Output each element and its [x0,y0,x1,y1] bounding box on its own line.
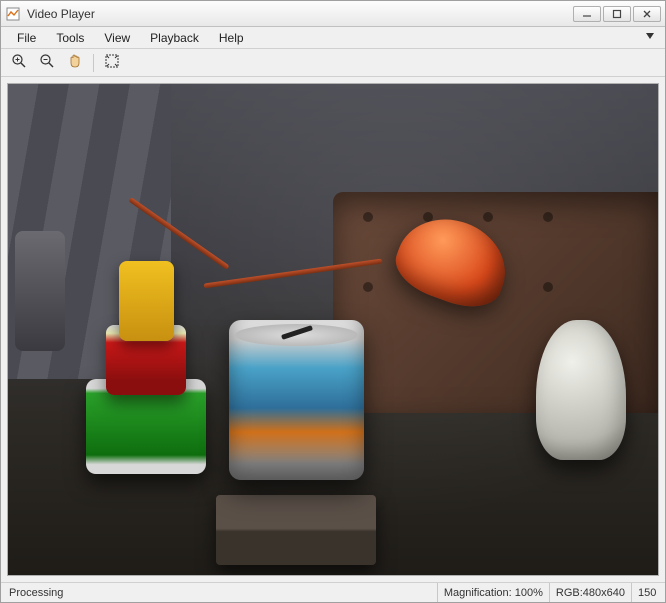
close-button[interactable] [633,6,661,22]
minimize-button[interactable] [573,6,601,22]
content-area [1,77,665,582]
status-state: Processing [1,587,437,599]
video-frame-image [8,84,658,575]
menubar: File Tools View Playback Help [1,27,665,49]
titlebar: Video Player [1,1,665,27]
zoom-out-icon [39,53,55,72]
menu-help[interactable]: Help [209,29,254,47]
app-window: Video Player File Tools View Playback He… [0,0,666,603]
magnification-value: 100% [515,587,543,599]
status-frame: 150 [631,583,665,602]
menu-playback[interactable]: Playback [140,29,209,47]
magnification-label: Magnification: [444,587,512,599]
pan-button[interactable] [63,52,87,74]
menu-file[interactable]: File [7,29,46,47]
window-controls [573,6,661,22]
app-icon [5,6,21,22]
window-title: Video Player [27,7,573,21]
menu-view[interactable]: View [94,29,140,47]
video-viewport[interactable] [7,83,659,576]
statusbar: Processing Magnification: 100% RGB:480x6… [1,582,665,602]
fit-window-button[interactable] [100,52,124,74]
zoom-in-button[interactable] [7,52,31,74]
toolbar-separator [93,54,94,72]
menu-tools[interactable]: Tools [46,29,94,47]
zoom-out-button[interactable] [35,52,59,74]
zoom-in-icon [11,53,27,72]
status-magnification: Magnification: 100% [437,583,549,602]
toolbar [1,49,665,77]
maximize-button[interactable] [603,6,631,22]
hand-icon [67,53,83,72]
status-format: RGB:480x640 [549,583,631,602]
fit-to-window-icon [104,53,120,72]
dock-toggle-icon[interactable] [641,31,659,45]
